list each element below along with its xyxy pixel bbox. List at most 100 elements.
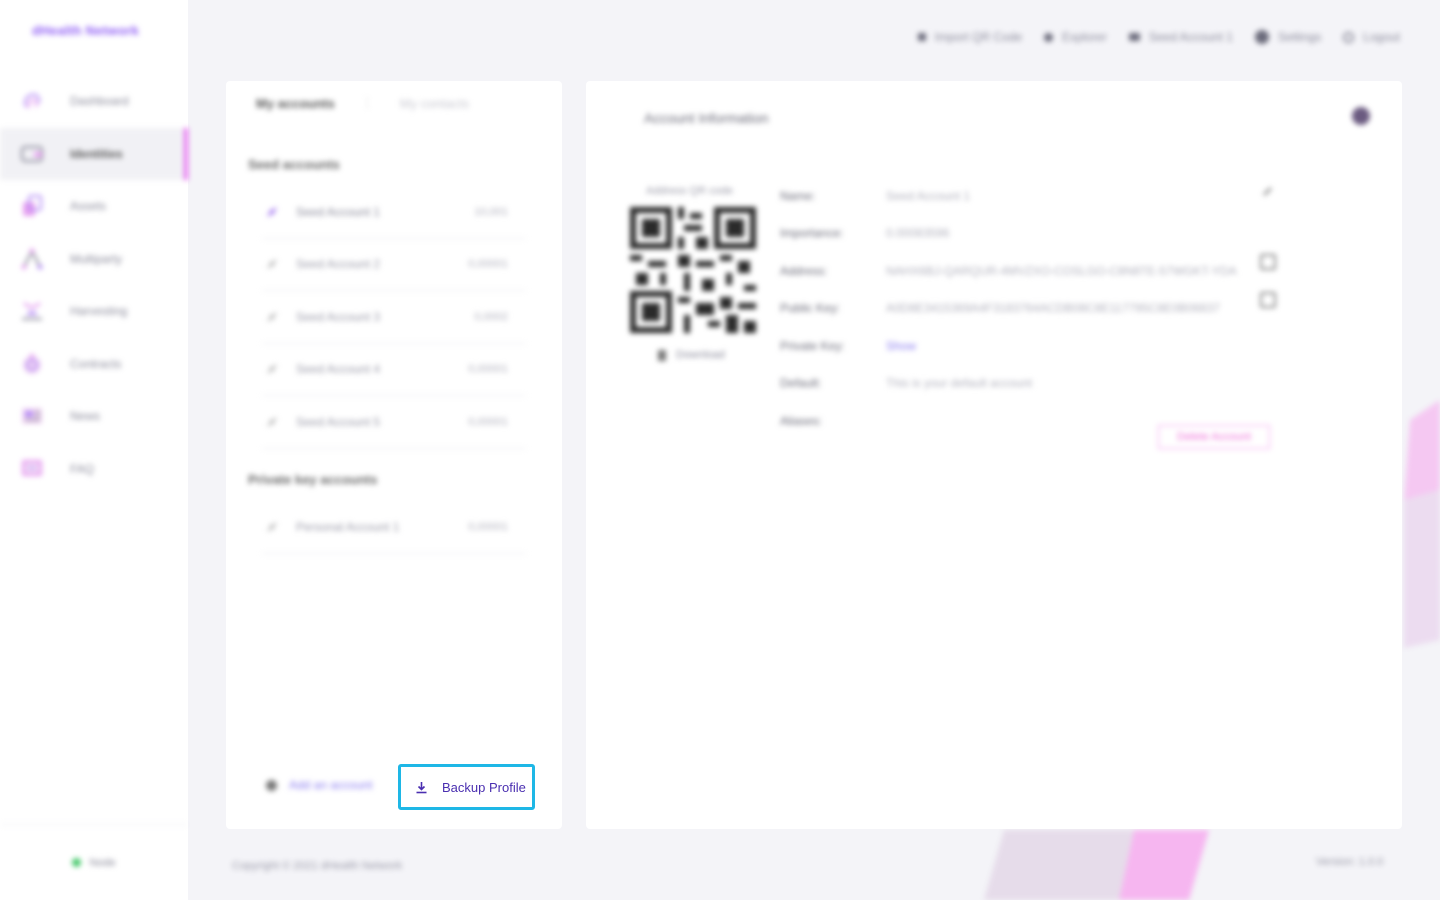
seed-accounts-title: Seed accounts bbox=[248, 157, 340, 172]
version-text: Version: 1.0.0 bbox=[1316, 856, 1384, 868]
account-fields: Name: Seed Account 1 Importance: 0.00083… bbox=[780, 177, 1280, 440]
download-icon bbox=[416, 781, 427, 793]
account-row-seed-4[interactable]: Seed Account 4 0,00001 bbox=[262, 344, 526, 396]
account-name: Seed Account 1 bbox=[296, 204, 381, 219]
logout-icon bbox=[1343, 31, 1355, 43]
tab-my-contacts[interactable]: My contacts bbox=[400, 96, 469, 111]
account-balance: 0,00001 bbox=[468, 520, 508, 533]
faq-icon bbox=[20, 457, 44, 481]
download-icon bbox=[658, 349, 666, 361]
current-account-label: Seed Account 1 bbox=[1148, 30, 1233, 44]
field-label: Name: bbox=[780, 188, 816, 203]
account-name: Seed Account 3 bbox=[296, 309, 381, 324]
sidebar-item-contracts[interactable]: Contracts bbox=[0, 338, 188, 391]
account-row-seed-2[interactable]: Seed Account 2 0,00001 bbox=[262, 239, 526, 291]
field-label: Public Key: bbox=[780, 301, 841, 316]
account-balance: 0,0002 bbox=[474, 310, 508, 323]
show-private-key-link[interactable]: Show bbox=[886, 339, 916, 353]
sidebar-item-dashboard[interactable]: Dashboard bbox=[0, 75, 188, 128]
account-balance: 0,00001 bbox=[468, 258, 508, 271]
node-status[interactable]: Node bbox=[0, 824, 188, 900]
field-name: Name: Seed Account 1 bbox=[780, 177, 1280, 215]
delete-account-button[interactable]: Delete Account bbox=[1158, 425, 1270, 449]
sidebar-item-label: Contracts bbox=[70, 356, 122, 371]
top-bar: Import QR Code Explorer Seed Account 1 S… bbox=[917, 30, 1400, 44]
private-key-accounts-title: Private key accounts bbox=[248, 472, 378, 487]
harvesting-icon bbox=[20, 299, 44, 323]
account-row-personal-1[interactable]: Personal Account 1 0,00001 bbox=[262, 501, 526, 554]
tab-separator: ⋮ bbox=[360, 95, 374, 110]
account-balance: 10,001 bbox=[474, 205, 508, 218]
fingerprint-icon bbox=[20, 89, 44, 113]
account-information-title: Account Information bbox=[644, 110, 769, 126]
logout-label: Logout bbox=[1363, 30, 1400, 44]
address-qr-code bbox=[630, 207, 756, 333]
wallet-icon bbox=[20, 142, 44, 166]
contracts-icon bbox=[20, 352, 44, 376]
sidebar-item-news[interactable]: News bbox=[0, 390, 188, 443]
backup-profile-button[interactable]: Backup Profile bbox=[398, 764, 535, 810]
add-account-button[interactable]: Add an account bbox=[266, 778, 372, 792]
settings-label: Settings bbox=[1277, 30, 1322, 44]
download-label: Download bbox=[676, 349, 725, 361]
plus-icon bbox=[266, 779, 277, 791]
news-icon bbox=[20, 404, 44, 428]
field-value: NAHX6BJ-QARQUR-4MVZXO-COSLGO-C8N8TE-57WG… bbox=[886, 263, 1237, 278]
field-label: Address: bbox=[780, 263, 828, 278]
account-name: Seed Account 4 bbox=[296, 362, 381, 377]
sidebar: dHealth Network Dashboard Identities Ass… bbox=[0, 0, 188, 900]
sidebar-item-multiparty[interactable]: Multiparty bbox=[0, 233, 188, 286]
field-value: 0.00083596 bbox=[886, 226, 950, 241]
account-information-panel: Account Information Address QR code Down… bbox=[586, 81, 1402, 829]
account-key-icon bbox=[267, 417, 277, 427]
explorer-icon bbox=[1044, 32, 1054, 42]
explorer-label: Explorer bbox=[1062, 30, 1107, 44]
field-value: Seed Account 1 bbox=[886, 188, 971, 203]
app-logo[interactable]: dHealth Network bbox=[32, 23, 139, 38]
account-name: Seed Account 5 bbox=[296, 414, 381, 429]
copy-address-icon[interactable] bbox=[1260, 254, 1276, 270]
logout-link[interactable]: Logout bbox=[1343, 30, 1400, 44]
sidebar-item-assets[interactable]: Assets bbox=[0, 180, 188, 233]
tab-my-accounts[interactable]: My accounts bbox=[256, 96, 335, 111]
sidebar-item-identities[interactable]: Identities bbox=[0, 127, 188, 180]
sidebar-item-label: Harvesting bbox=[70, 304, 128, 319]
field-private-key: Private Key: Show bbox=[780, 327, 1280, 365]
private-key-accounts-list: Personal Account 1 0,00001 bbox=[262, 501, 526, 554]
background-decoration-bottom bbox=[984, 830, 1209, 900]
field-address: Address: NAHX6BJ-QARQUR-4MVZXO-COSLGO-C8… bbox=[780, 252, 1280, 290]
accounts-tabs: My accounts ⋮ My contacts bbox=[256, 95, 469, 111]
account-key-icon bbox=[267, 364, 277, 374]
multiparty-icon bbox=[20, 247, 44, 271]
sidebar-item-faq[interactable]: FAQ bbox=[0, 443, 188, 496]
field-importance: Importance: 0.00083596 bbox=[780, 215, 1280, 253]
account-key-icon bbox=[267, 522, 277, 532]
import-qr-code-link[interactable]: Import QR Code bbox=[917, 30, 1022, 44]
account-name: Personal Account 1 bbox=[296, 519, 400, 534]
field-label: Aliases: bbox=[780, 413, 823, 428]
add-account-label: Add an account bbox=[289, 778, 373, 792]
accounts-panel: My accounts ⋮ My contacts Seed accounts … bbox=[226, 81, 562, 829]
explorer-link[interactable]: Explorer bbox=[1044, 30, 1107, 44]
account-row-seed-1[interactable]: Seed Account 1 10,001 bbox=[262, 186, 526, 239]
account-row-seed-3[interactable]: Seed Account 3 0,0002 bbox=[262, 291, 526, 344]
sidebar-item-label: Dashboard bbox=[70, 94, 129, 109]
settings-link[interactable]: Settings bbox=[1254, 30, 1322, 44]
sidebar-item-label: Multiparty bbox=[70, 251, 123, 266]
download-qr-button[interactable]: Download bbox=[658, 349, 725, 361]
account-row-seed-5[interactable]: Seed Account 5 0,00001 bbox=[262, 396, 526, 449]
field-value: This is your default account bbox=[886, 376, 1033, 391]
qr-import-icon bbox=[917, 33, 926, 41]
edit-name-icon[interactable] bbox=[1262, 185, 1274, 197]
node-status-dot bbox=[72, 858, 82, 867]
copy-public-key-icon[interactable] bbox=[1260, 292, 1276, 308]
current-account-link[interactable]: Seed Account 1 bbox=[1128, 30, 1233, 44]
node-label: Node bbox=[89, 856, 116, 869]
sidebar-item-harvesting[interactable]: Harvesting bbox=[0, 285, 188, 338]
account-key-icon bbox=[267, 312, 277, 322]
gear-icon[interactable] bbox=[1352, 107, 1370, 125]
assets-icon bbox=[20, 194, 44, 218]
copyright-text: Copyright © 2021 dHealth Network bbox=[232, 860, 403, 872]
sidebar-nav: Dashboard Identities Assets Multiparty H… bbox=[0, 75, 188, 495]
sidebar-item-label: News bbox=[70, 409, 101, 424]
